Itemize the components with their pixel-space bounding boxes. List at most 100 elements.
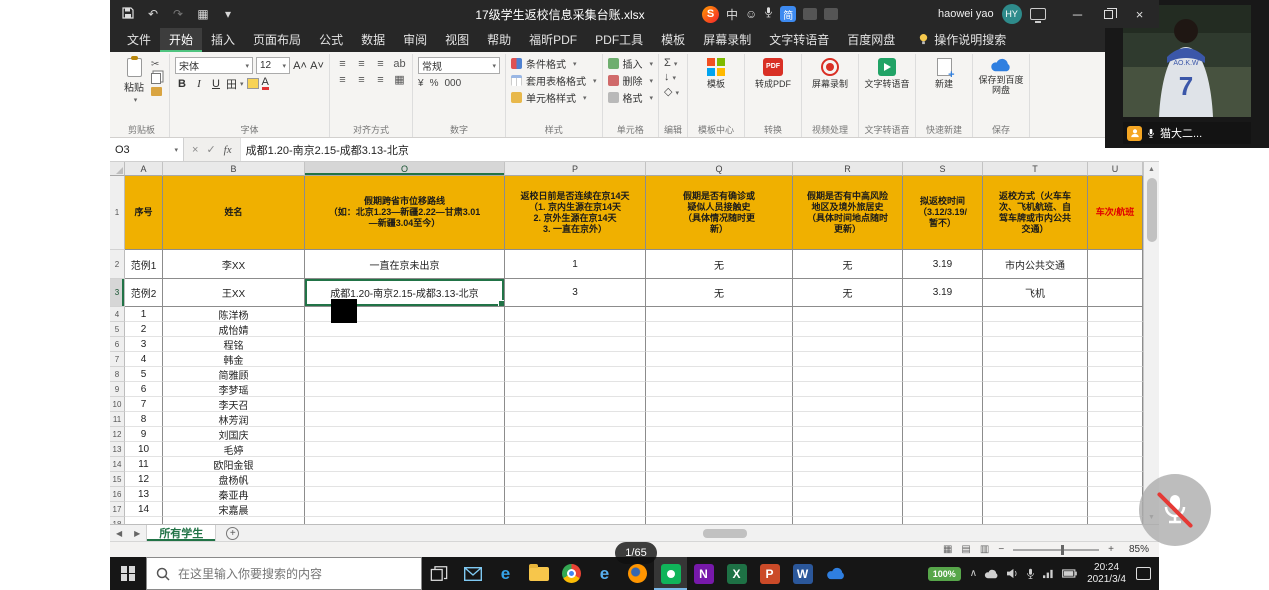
restore-button[interactable] xyxy=(1093,0,1124,28)
row-number[interactable]: 11 xyxy=(110,412,125,427)
align-middle-button[interactable]: ≡ xyxy=(354,58,369,71)
header-cell-return-date[interactable]: 拟返校时间 （3.12/3.19/ 暂不） xyxy=(903,176,983,250)
align-left-button[interactable]: ≡ xyxy=(335,74,350,87)
percent-style-button[interactable]: % xyxy=(430,78,439,89)
empty-cell[interactable] xyxy=(983,442,1088,457)
empty-cell[interactable] xyxy=(793,442,903,457)
undo-icon[interactable]: ↶ xyxy=(145,7,161,21)
empty-cell[interactable] xyxy=(1088,487,1143,502)
header-cell-train-flight[interactable]: 车次/航班 xyxy=(1088,176,1143,250)
redo-icon[interactable]: ↷ xyxy=(170,7,186,21)
empty-cell[interactable] xyxy=(646,352,793,367)
empty-cell[interactable] xyxy=(505,502,646,517)
empty-cell[interactable] xyxy=(1088,427,1143,442)
name-box[interactable]: O3▾ xyxy=(110,138,184,161)
font-name-select[interactable]: 宋体▾ xyxy=(175,57,253,74)
empty-cell[interactable] xyxy=(646,397,793,412)
empty-cell[interactable] xyxy=(903,517,983,524)
empty-cell[interactable] xyxy=(1088,442,1143,457)
tray-speaker-icon[interactable] xyxy=(1006,568,1019,579)
taskbar-search[interactable] xyxy=(146,557,422,590)
row-number[interactable]: 7 xyxy=(110,352,125,367)
format-painter-button[interactable] xyxy=(151,87,162,96)
cell[interactable] xyxy=(1088,250,1143,279)
serial-cell[interactable]: 4 xyxy=(125,352,163,367)
ime-emoji-icon[interactable]: ☺ xyxy=(745,7,757,21)
horizontal-scrollbar[interactable] xyxy=(695,528,1141,539)
name-cell[interactable]: 林芳润 xyxy=(163,412,305,427)
empty-cell[interactable] xyxy=(983,517,1088,524)
empty-cell[interactable] xyxy=(983,382,1088,397)
empty-cell[interactable] xyxy=(646,337,793,352)
empty-cell[interactable] xyxy=(305,337,505,352)
italic-button[interactable]: I xyxy=(192,76,206,91)
empty-cell[interactable] xyxy=(903,412,983,427)
empty-cell[interactable] xyxy=(983,367,1088,382)
empty-cell[interactable] xyxy=(505,487,646,502)
taskbar-app-word-icon[interactable]: W xyxy=(786,557,819,590)
empty-cell[interactable] xyxy=(646,517,793,524)
ribbon-tab-13[interactable]: 文字转语音 xyxy=(760,27,838,52)
row-number[interactable]: 4 xyxy=(110,307,125,322)
header-cell-serial[interactable]: 序号 xyxy=(125,176,163,250)
name-cell[interactable]: 程铭 xyxy=(163,337,305,352)
empty-cell[interactable] xyxy=(646,322,793,337)
empty-cell[interactable] xyxy=(1088,367,1143,382)
empty-cell[interactable] xyxy=(305,367,505,382)
empty-cell[interactable] xyxy=(305,442,505,457)
zoom-in-icon[interactable]: + xyxy=(1108,544,1114,555)
header-cell-risk[interactable]: 假期是否有中高风险 地区及境外旅居史 （具体时间地点随时 更新） xyxy=(793,176,903,250)
conditional-formatting-button[interactable]: 条件格式▾ xyxy=(511,55,577,72)
scrollbar-thumb[interactable] xyxy=(703,529,747,538)
column-header-a[interactable]: A xyxy=(125,162,163,176)
taskbar-app-onedrive-icon[interactable] xyxy=(819,557,852,590)
table-icon[interactable]: ▦ xyxy=(195,7,211,21)
empty-cell[interactable] xyxy=(646,442,793,457)
screen-record-button[interactable]: 屏幕录制 xyxy=(807,55,853,89)
ribbon-tab-9[interactable]: 福昕PDF xyxy=(520,27,586,52)
empty-cell[interactable] xyxy=(793,472,903,487)
name-cell[interactable]: 盘杨帆 xyxy=(163,472,305,487)
serial-cell[interactable]: 5 xyxy=(125,367,163,382)
name-cell[interactable] xyxy=(163,517,305,524)
empty-cell[interactable] xyxy=(1088,457,1143,472)
empty-cell[interactable] xyxy=(793,367,903,382)
name-cell[interactable]: 成怡婧 xyxy=(163,322,305,337)
empty-cell[interactable] xyxy=(983,457,1088,472)
select-all-corner[interactable] xyxy=(110,162,125,176)
cell-styles-button[interactable]: 单元格样式▾ xyxy=(511,89,587,106)
empty-cell[interactable] xyxy=(983,412,1088,427)
font-size-select[interactable]: 12▾ xyxy=(256,57,290,74)
empty-cell[interactable] xyxy=(505,352,646,367)
header-cell-transport[interactable]: 返校方式（火车车 次、飞机航班、自 驾车牌或市内公共 交通） xyxy=(983,176,1088,250)
row-number[interactable]: 6 xyxy=(110,337,125,352)
minimize-button[interactable]: ─ xyxy=(1062,0,1093,28)
sogou-logo-icon[interactable]: S xyxy=(702,6,719,23)
row-number[interactable]: 2 xyxy=(110,250,125,279)
empty-cell[interactable] xyxy=(646,427,793,442)
ribbon-tab-10[interactable]: PDF工具 xyxy=(586,27,652,52)
column-header-q[interactable]: Q xyxy=(646,162,793,176)
close-button[interactable]: × xyxy=(1124,0,1155,28)
name-cell[interactable]: 李天召 xyxy=(163,397,305,412)
empty-cell[interactable] xyxy=(646,487,793,502)
ribbon-tab-7[interactable]: 视图 xyxy=(436,27,478,52)
ime-mic-icon[interactable] xyxy=(764,6,773,22)
cell[interactable]: 飞机 xyxy=(983,279,1088,307)
format-as-table-button[interactable]: 套用表格格式▾ xyxy=(511,72,597,89)
name-cell[interactable]: 秦亚冉 xyxy=(163,487,305,502)
empty-cell[interactable] xyxy=(505,337,646,352)
name-cell[interactable]: 简雅顾 xyxy=(163,367,305,382)
empty-cell[interactable] xyxy=(903,457,983,472)
empty-cell[interactable] xyxy=(305,322,505,337)
sheet-next-icon[interactable]: ▶ xyxy=(128,529,146,538)
ribbon-tab-11[interactable]: 模板 xyxy=(652,27,694,52)
formula-input[interactable]: 成都1.20-南京2.15-成都3.13-北京 xyxy=(240,138,1159,161)
serial-cell[interactable]: 11 xyxy=(125,457,163,472)
autosum-button[interactable]: Σ▾ xyxy=(664,57,679,69)
accounting-format-button[interactable]: ¥ xyxy=(418,78,424,89)
empty-cell[interactable] xyxy=(646,457,793,472)
new-sheet-button[interactable]: + xyxy=(226,527,239,540)
text-to-speech-button[interactable]: 文字转语音 xyxy=(864,55,910,89)
serial-cell[interactable]: 1 xyxy=(125,307,163,322)
